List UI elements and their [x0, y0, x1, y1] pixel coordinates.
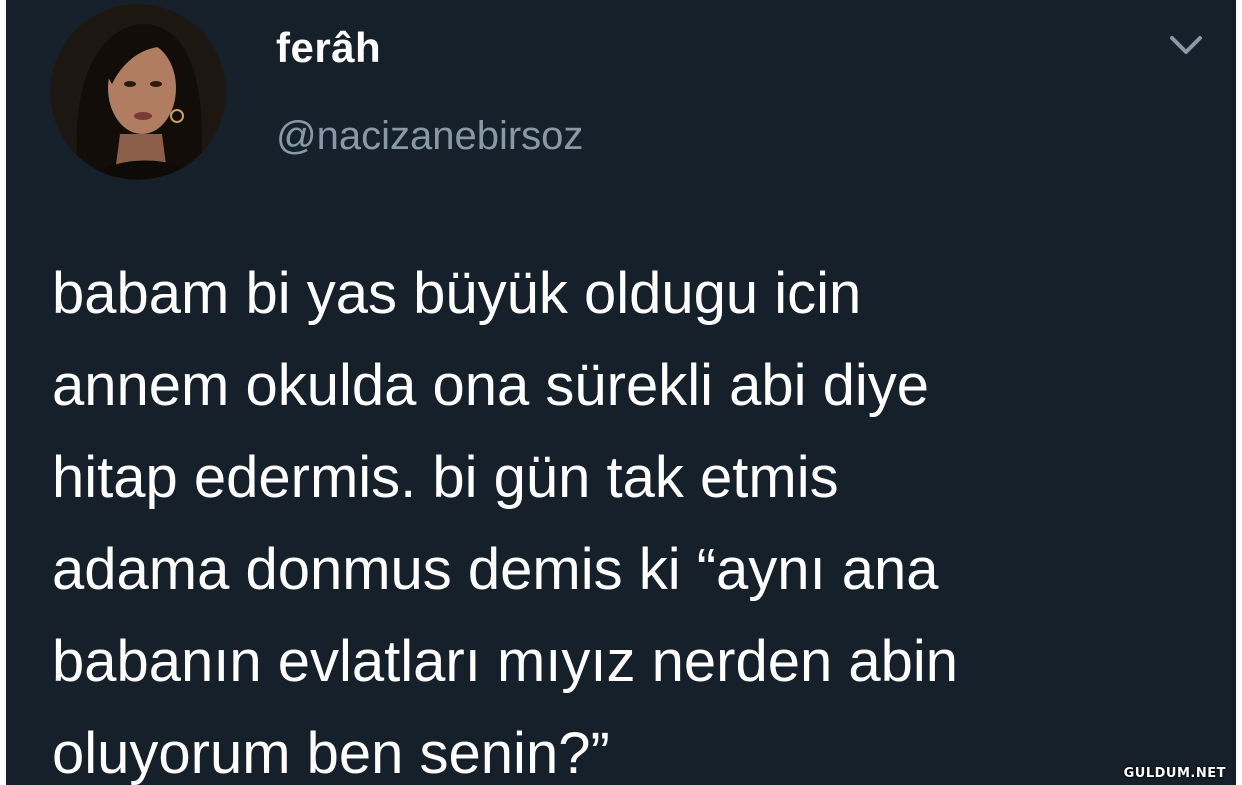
- screenshot-frame: ferâh @nacizanebirsoz babam bi yas büyük…: [0, 0, 1242, 785]
- tweet-text-line: babanın evlatları mıyız nerden abin: [52, 629, 958, 694]
- avatar[interactable]: [50, 4, 226, 180]
- user-handle[interactable]: @nacizanebirsoz: [276, 114, 583, 159]
- tweet-text-line: babam bi yas büyük oldugu icin: [52, 261, 862, 326]
- watermark: GULDUM.NET: [1123, 766, 1226, 781]
- tweet-text-line: annem okulda ona sürekli abi diye: [52, 353, 929, 418]
- display-name[interactable]: ferâh: [276, 24, 381, 72]
- tweet-text-line: oluyorum ben senin?”: [52, 721, 610, 785]
- tweet-card: ferâh @nacizanebirsoz babam bi yas büyük…: [6, 0, 1236, 785]
- tweet-text-line: adama donmus demis ki “aynı ana: [52, 537, 939, 602]
- tweet-text: babam bi yas büyük oldugu icin annem oku…: [52, 248, 1222, 785]
- avatar-image: [50, 4, 226, 180]
- tweet-text-line: hitap edermis. bi gün tak etmis: [52, 445, 839, 510]
- chevron-down-icon[interactable]: [1166, 30, 1206, 60]
